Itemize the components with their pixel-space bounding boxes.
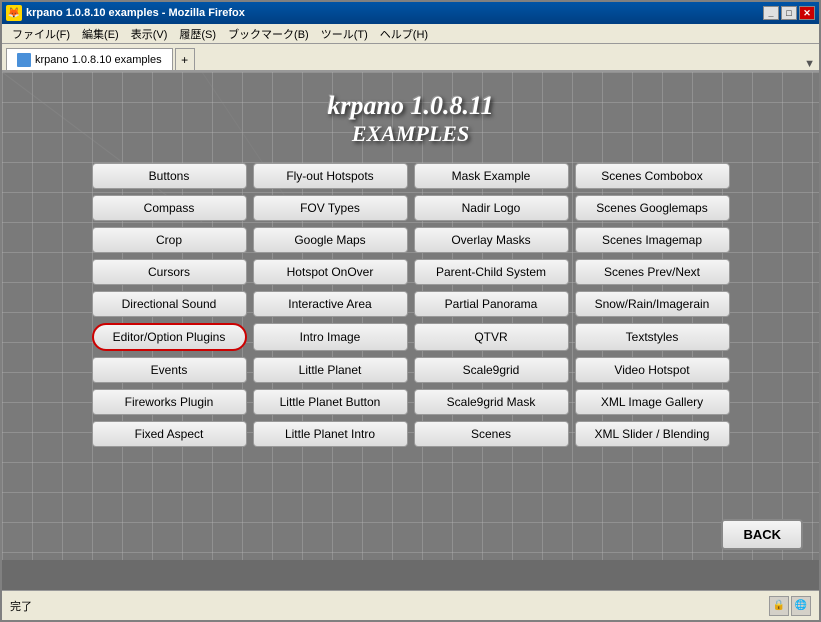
btn-qtvr[interactable]: QTVR [414,323,569,351]
btn-parent-child[interactable]: Parent-Child System [414,259,569,285]
btn-hotspot-onover[interactable]: Hotspot OnOver [253,259,408,285]
btn-fixed-aspect[interactable]: Fixed Aspect [92,421,247,447]
menu-edit[interactable]: 編集(E) [76,24,125,44]
browser-icon: 🦊 [6,5,22,21]
main-content: krpano 1.0.8.11 EXAMPLES Buttons Fly-out… [2,72,819,590]
menu-tools[interactable]: ツール(T) [315,24,374,44]
tab-bar: krpano 1.0.8.10 examples + ▼ [2,44,819,72]
btn-buttons[interactable]: Buttons [92,163,247,189]
btn-scenes[interactable]: Scenes [414,421,569,447]
btn-crop[interactable]: Crop [92,227,247,253]
status-bar: 完了 🔒 🌐 [2,590,819,620]
title-bar: 🦊 krpano 1.0.8.10 examples - Mozilla Fir… [2,2,819,24]
btn-scale9grid[interactable]: Scale9grid [414,357,569,383]
maximize-button[interactable]: □ [781,6,797,20]
btn-editor-option-plugins[interactable]: Editor/Option Plugins [92,323,247,351]
btn-directional-sound[interactable]: Directional Sound [92,291,247,317]
btn-fov-types[interactable]: FOV Types [253,195,408,221]
window-frame: 🦊 krpano 1.0.8.10 examples - Mozilla Fir… [0,0,821,622]
btn-xml-slider-blending[interactable]: XML Slider / Blending [575,421,730,447]
window-title: krpano 1.0.8.10 examples - Mozilla Firef… [26,7,245,19]
btn-nadir-logo[interactable]: Nadir Logo [414,195,569,221]
btn-overlay-masks[interactable]: Overlay Masks [414,227,569,253]
btn-fly-out-hotspots[interactable]: Fly-out Hotspots [253,163,408,189]
btn-events[interactable]: Events [92,357,247,383]
menu-file[interactable]: ファイル(F) [6,24,76,44]
title-bar-left: 🦊 krpano 1.0.8.10 examples - Mozilla Fir… [6,5,245,21]
app-title-sub: EXAMPLES [327,121,493,147]
btn-scenes-imagemap[interactable]: Scenes Imagemap [575,227,730,253]
btn-scenes-googlemaps[interactable]: Scenes Googlemaps [575,195,730,221]
btn-mask-example[interactable]: Mask Example [414,163,569,189]
btn-scenes-prevnext[interactable]: Scenes Prev/Next [575,259,730,285]
btn-xml-image-gallery[interactable]: XML Image Gallery [575,389,730,415]
title-bar-buttons: _ □ ✕ [763,6,815,20]
tab-favicon [17,53,31,67]
minimize-button[interactable]: _ [763,6,779,20]
btn-interactive-area[interactable]: Interactive Area [253,291,408,317]
btn-textstyles[interactable]: Textstyles [575,323,730,351]
close-button[interactable]: ✕ [799,6,815,20]
btn-compass[interactable]: Compass [92,195,247,221]
btn-little-planet[interactable]: Little Planet [253,357,408,383]
status-text: 完了 [10,598,32,614]
btn-cursors[interactable]: Cursors [92,259,247,285]
btn-little-planet-button[interactable]: Little Planet Button [253,389,408,415]
tab-main[interactable]: krpano 1.0.8.10 examples [6,48,173,70]
content-panel: krpano 1.0.8.11 EXAMPLES Buttons Fly-out… [2,72,819,590]
btn-fireworks-plugin[interactable]: Fireworks Plugin [92,389,247,415]
app-title: krpano 1.0.8.11 EXAMPLES [327,92,493,147]
btn-scenes-combobox[interactable]: Scenes Combobox [575,163,730,189]
btn-partial-panorama[interactable]: Partial Panorama [414,291,569,317]
btn-video-hotspot[interactable]: Video Hotspot [575,357,730,383]
menu-history[interactable]: 履歴(S) [173,24,222,44]
tab-label: krpano 1.0.8.10 examples [35,54,162,66]
tab-bar-end: ▼ [804,58,815,70]
app-title-main: krpano 1.0.8.11 [327,92,493,121]
status-icon-2: 🌐 [791,596,811,616]
btn-snow-rain[interactable]: Snow/Rain/Imagerain [575,291,730,317]
btn-little-planet-intro[interactable]: Little Planet Intro [253,421,408,447]
new-tab-button[interactable]: + [175,48,195,70]
menu-help[interactable]: ヘルプ(H) [374,24,434,44]
button-grid: Buttons Fly-out Hotspots Mask Example Sc… [92,163,730,447]
btn-intro-image[interactable]: Intro Image [253,323,408,351]
btn-scale9grid-mask[interactable]: Scale9grid Mask [414,389,569,415]
menu-view[interactable]: 表示(V) [125,24,174,44]
status-icons: 🔒 🌐 [769,596,811,616]
menu-bookmarks[interactable]: ブックマーク(B) [222,24,315,44]
menu-bar: ファイル(F) 編集(E) 表示(V) 履歴(S) ブックマーク(B) ツール(… [2,24,819,44]
status-icon-1: 🔒 [769,596,789,616]
btn-google-maps[interactable]: Google Maps [253,227,408,253]
